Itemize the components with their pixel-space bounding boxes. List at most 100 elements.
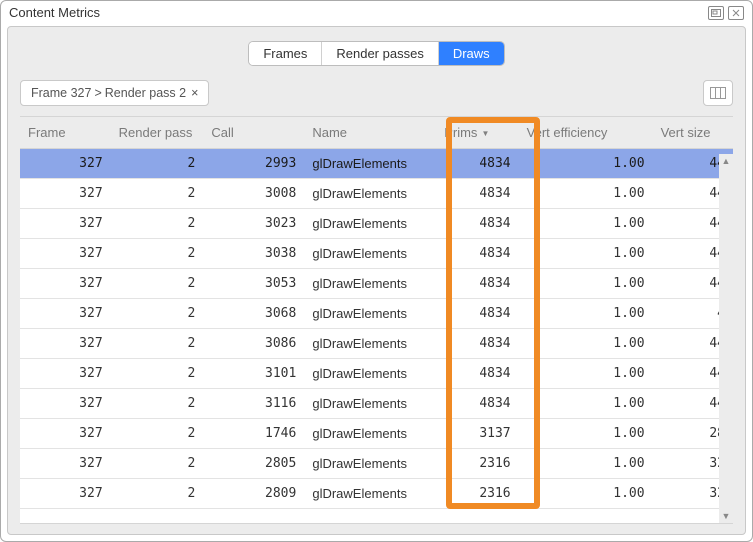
table-row[interactable]: 32723038glDrawElements48341.0044	[20, 239, 733, 269]
cell-rp: 2	[111, 149, 204, 179]
cell-frame: 327	[20, 479, 111, 509]
cell-eff: 1.00	[519, 239, 653, 269]
col-header-render-pass[interactable]: Render pass	[111, 117, 204, 149]
col-header-call[interactable]: Call	[203, 117, 304, 149]
col-header-vert-size[interactable]: Vert size	[653, 117, 733, 149]
cell-frame: 327	[20, 269, 111, 299]
sort-desc-icon: ▼	[481, 129, 489, 138]
breadcrumb-close-icon[interactable]: ×	[191, 86, 198, 100]
cell-name: glDrawElements	[304, 419, 436, 449]
cell-name: glDrawElements	[304, 209, 436, 239]
table-row[interactable]: 32722809glDrawElements23161.0032	[20, 479, 733, 509]
cell-call: 3086	[203, 329, 304, 359]
table-row[interactable]: 32723068glDrawElements48341.004	[20, 299, 733, 329]
scroll-up-icon[interactable]: ▲	[719, 154, 733, 168]
window-controls	[708, 6, 744, 20]
cell-name: glDrawElements	[304, 449, 436, 479]
cell-eff: 1.00	[519, 329, 653, 359]
cell-eff: 1.00	[519, 479, 653, 509]
cell-rp: 2	[111, 239, 204, 269]
detach-icon[interactable]	[708, 6, 724, 20]
cell-prims: 2316	[436, 449, 518, 479]
view-selector-row: Frames Render passes Draws	[20, 41, 733, 66]
cell-name: glDrawElements	[304, 149, 436, 179]
columns-button[interactable]	[703, 80, 733, 106]
cell-prims: 4834	[436, 269, 518, 299]
table-row[interactable]: 32723101glDrawElements48341.0044	[20, 359, 733, 389]
scrollbar-track[interactable]	[719, 168, 733, 509]
cell-eff: 1.00	[519, 209, 653, 239]
cell-frame: 327	[20, 299, 111, 329]
cell-rp: 2	[111, 329, 204, 359]
cell-prims: 4834	[436, 329, 518, 359]
close-icon[interactable]	[728, 6, 744, 20]
cell-call: 3068	[203, 299, 304, 329]
scroll-down-icon[interactable]: ▼	[719, 509, 733, 523]
table-container: Frame Render pass Call Name Prims▼ Vert …	[20, 116, 733, 524]
cell-eff: 1.00	[519, 389, 653, 419]
table-row[interactable]: 32723086glDrawElements48341.0044	[20, 329, 733, 359]
columns-icon	[710, 87, 726, 99]
cell-rp: 2	[111, 359, 204, 389]
cell-call: 3116	[203, 389, 304, 419]
metrics-table: Frame Render pass Call Name Prims▼ Vert …	[20, 117, 733, 509]
cell-frame: 327	[20, 329, 111, 359]
vertical-scrollbar[interactable]: ▲ ▼	[719, 154, 733, 523]
cell-prims: 4834	[436, 239, 518, 269]
content-metrics-panel: Content Metrics Frames Render passes Dra…	[0, 0, 753, 542]
cell-eff: 1.00	[519, 179, 653, 209]
tab-render-passes[interactable]: Render passes	[321, 42, 437, 65]
cell-call: 3038	[203, 239, 304, 269]
breadcrumb-sep: >	[94, 86, 101, 100]
cell-call: 3053	[203, 269, 304, 299]
cell-prims: 4834	[436, 359, 518, 389]
cell-rp: 2	[111, 179, 204, 209]
table-row[interactable]: 32722993glDrawElements48341.0044	[20, 149, 733, 179]
cell-rp: 2	[111, 449, 204, 479]
table-row[interactable]: 32723116glDrawElements48341.0044	[20, 389, 733, 419]
col-header-prims[interactable]: Prims▼	[436, 117, 518, 149]
cell-call: 3008	[203, 179, 304, 209]
breadcrumb-render-pass: Render pass 2	[105, 86, 186, 100]
tab-frames[interactable]: Frames	[249, 42, 321, 65]
cell-name: glDrawElements	[304, 269, 436, 299]
table-row[interactable]: 32722805glDrawElements23161.0032	[20, 449, 733, 479]
cell-name: glDrawElements	[304, 329, 436, 359]
cell-rp: 2	[111, 209, 204, 239]
cell-prims: 3137	[436, 419, 518, 449]
table-header-row: Frame Render pass Call Name Prims▼ Vert …	[20, 117, 733, 149]
cell-name: glDrawElements	[304, 239, 436, 269]
cell-call: 1746	[203, 419, 304, 449]
cell-call: 2805	[203, 449, 304, 479]
table-row[interactable]: 32723053glDrawElements48341.0044	[20, 269, 733, 299]
toolbar: Frame 327 > Render pass 2 ×	[20, 80, 733, 106]
cell-call: 3101	[203, 359, 304, 389]
breadcrumb[interactable]: Frame 327 > Render pass 2 ×	[20, 80, 209, 106]
cell-rp: 2	[111, 419, 204, 449]
col-header-frame[interactable]: Frame	[20, 117, 111, 149]
table-row[interactable]: 32723008glDrawElements48341.0044	[20, 179, 733, 209]
cell-call: 3023	[203, 209, 304, 239]
cell-rp: 2	[111, 299, 204, 329]
cell-name: glDrawElements	[304, 479, 436, 509]
cell-eff: 1.00	[519, 299, 653, 329]
cell-prims: 4834	[436, 149, 518, 179]
view-selector: Frames Render passes Draws	[248, 41, 504, 66]
cell-name: glDrawElements	[304, 299, 436, 329]
cell-frame: 327	[20, 179, 111, 209]
cell-prims: 4834	[436, 389, 518, 419]
cell-frame: 327	[20, 389, 111, 419]
cell-call: 2993	[203, 149, 304, 179]
cell-name: glDrawElements	[304, 359, 436, 389]
cell-frame: 327	[20, 239, 111, 269]
cell-name: glDrawElements	[304, 179, 436, 209]
col-header-vert-efficiency[interactable]: Vert efficiency	[519, 117, 653, 149]
cell-prims: 4834	[436, 299, 518, 329]
cell-eff: 1.00	[519, 419, 653, 449]
col-header-name[interactable]: Name	[304, 117, 436, 149]
tab-draws[interactable]: Draws	[438, 42, 504, 65]
cell-rp: 2	[111, 269, 204, 299]
cell-eff: 1.00	[519, 149, 653, 179]
table-row[interactable]: 32723023glDrawElements48341.0044	[20, 209, 733, 239]
table-row[interactable]: 32721746glDrawElements31371.0028	[20, 419, 733, 449]
